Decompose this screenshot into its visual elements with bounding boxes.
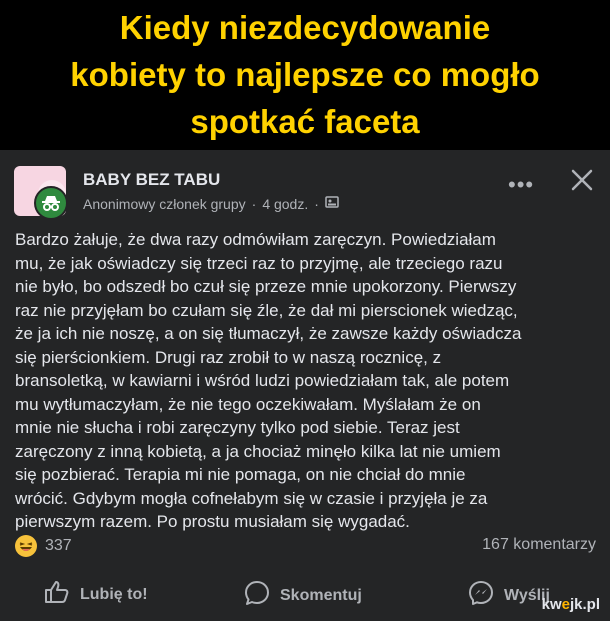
thumbs-up-icon: [44, 580, 70, 609]
watermark-mid: e: [561, 596, 570, 613]
kwejk-watermark-logo: kwejk.pl: [542, 596, 600, 613]
close-icon[interactable]: [568, 166, 596, 194]
post-body-line: pierwszym razem. Po prostu musiałam się …: [15, 512, 410, 531]
facebook-post: BABY BEZ TABU Anonimowy członek grupy · …: [0, 150, 610, 621]
watermark-suffix: jk.pl: [569, 596, 600, 613]
post-body: Bardzo żałuje, że dwa razy odmówiłam zar…: [15, 228, 600, 534]
like-label: Lubię to!: [80, 585, 148, 603]
author-label: Anonimowy członek grupy: [83, 195, 246, 212]
comment-label: Skomentuj: [280, 586, 362, 604]
laughing-emoji-icon: [15, 535, 37, 557]
comment-count[interactable]: 167 komentarzy: [482, 536, 596, 554]
post-body-line: wrócić. Gdybym mogła cofnełabym się w cz…: [15, 488, 488, 508]
post-time[interactable]: 4 godz.: [262, 196, 308, 212]
reactions-summary[interactable]: 337: [15, 535, 72, 557]
audience-icon: [325, 195, 339, 212]
comment-icon: [244, 580, 270, 611]
more-options-icon[interactable]: •••: [508, 172, 534, 198]
messenger-icon: [468, 580, 494, 611]
post-body-line: Bardzo żałuje, że dwa razy odmówiłam zar…: [15, 230, 496, 249]
meme-title: Kiedy niezdecydowanie kobiety to najleps…: [0, 0, 610, 150]
post-body-line: się pozbierać. Terapia mi nie pomaga, on…: [15, 465, 466, 484]
meta-separator: ·: [314, 195, 319, 212]
like-button[interactable]: Lubię to!: [44, 580, 148, 609]
post-body-line: nie było, bo odszedł bo czuł się przeze …: [15, 277, 517, 296]
post-body-line: że ja ich nie noszę, a on się tłumaczył,…: [15, 324, 522, 343]
meta-separator: ·: [251, 195, 257, 212]
post-body-line: zaręczony z inną kobietą, a ja chociaż m…: [15, 441, 501, 461]
reaction-count: 337: [45, 537, 72, 554]
post-body-line: mnie nie słucha i robi zaręczyny tylko p…: [15, 418, 460, 437]
meme-title-line-2: kobiety to najlepsze co mogło: [70, 56, 540, 93]
meme-title-line-3: spotkać faceta: [190, 103, 420, 140]
comment-button[interactable]: Skomentuj: [244, 580, 362, 611]
post-body-line: mu, że jak oświadczy się trzeci raz to p…: [15, 253, 503, 273]
meme-title-line-1: Kiedy niezdecydowanie: [119, 9, 491, 46]
post-body-line: mu wytłumaczyłam, że nie tego oczekiwała…: [15, 394, 481, 414]
share-button[interactable]: Wyślij: [468, 580, 550, 611]
anonymous-icon: [34, 186, 68, 220]
post-body-line: bransoletką, w kawiarni i wśród ludzi po…: [15, 371, 510, 390]
watermark-prefix: kw: [541, 596, 562, 613]
post-actions: Lubię to! Skomentuj Wyślij: [0, 572, 610, 612]
post-body-line: się pierścionkiem. Drugi raz zrobił to w…: [15, 347, 442, 367]
group-name[interactable]: BABY BEZ TABU: [83, 170, 220, 190]
post-meta: Anonimowy członek grupy · 4 godz. ·: [83, 195, 339, 212]
post-body-line: raz nie przyjęłam bo czułam się źle, że …: [15, 300, 518, 320]
